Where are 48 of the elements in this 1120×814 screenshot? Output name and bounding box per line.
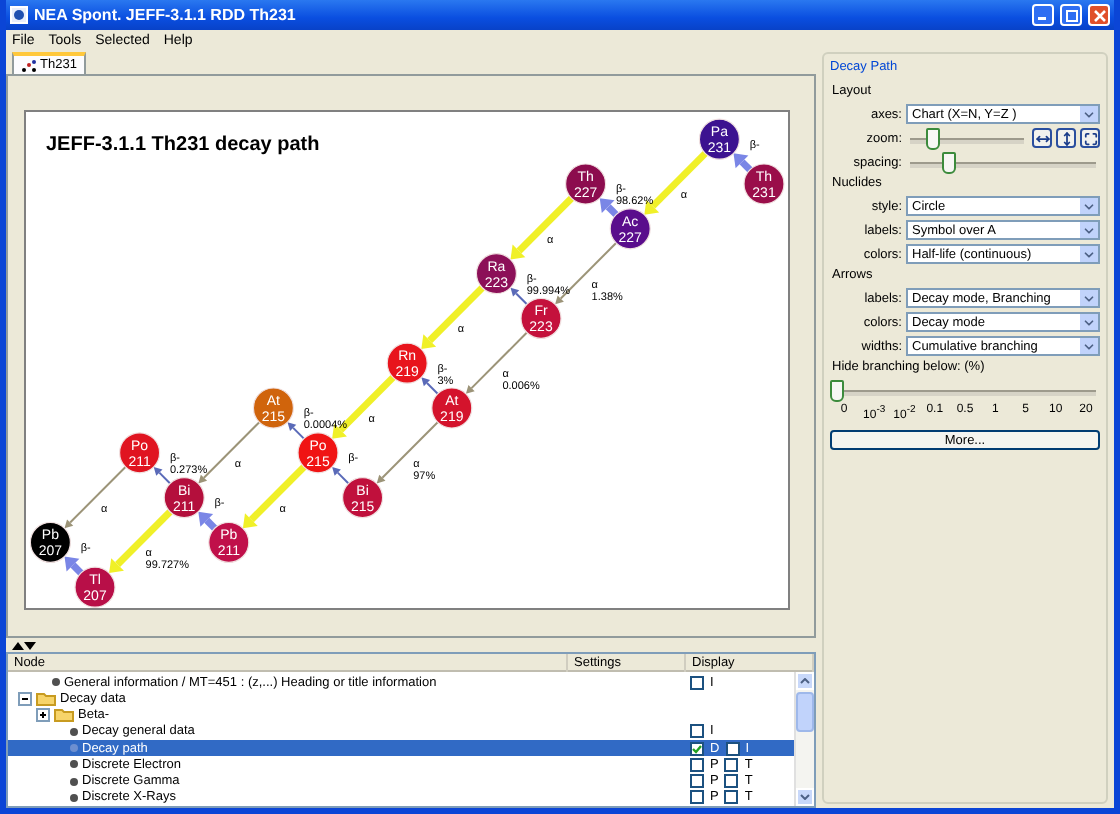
fit-all-button[interactable] <box>1080 128 1100 148</box>
chevron-down-icon <box>1082 107 1096 121</box>
checkbox[interactable] <box>690 774 704 789</box>
slider-thumb[interactable] <box>925 127 940 149</box>
network-icon <box>22 59 36 71</box>
bullet-icon <box>52 678 60 687</box>
close-button[interactable] <box>1088 4 1110 26</box>
down-triangle-icon[interactable] <box>24 641 36 649</box>
checkbox[interactable] <box>690 675 704 690</box>
up-triangle-icon[interactable] <box>12 641 24 649</box>
collapse-icon[interactable] <box>18 691 32 706</box>
fit-width-button[interactable] <box>1032 128 1052 148</box>
slider-thumb[interactable] <box>942 151 956 173</box>
fit-height-button[interactable] <box>1056 128 1076 148</box>
slider-thumb[interactable] <box>830 379 844 401</box>
slider[interactable] <box>830 379 1100 401</box>
maximize-icon <box>1065 9 1077 21</box>
down-chevron-icon <box>800 794 810 800</box>
scroll-thumb[interactable] <box>796 692 814 732</box>
checkbox[interactable] <box>724 774 739 789</box>
scrollbar[interactable] <box>794 672 814 806</box>
bullet-icon <box>70 777 78 786</box>
minimize-button[interactable] <box>1032 4 1054 26</box>
bullet-icon <box>70 727 78 736</box>
app-icon <box>10 6 28 24</box>
horizontal-arrows-icon <box>1035 131 1049 145</box>
slider[interactable] <box>906 127 1028 149</box>
close-icon <box>1093 9 1105 21</box>
expand-icon <box>1083 131 1097 145</box>
checkbox[interactable] <box>724 757 739 772</box>
slider[interactable] <box>906 151 1100 173</box>
checkbox[interactable] <box>725 741 740 756</box>
bullet-icon <box>70 744 78 753</box>
expand-icon[interactable] <box>36 708 50 723</box>
up-chevron-icon <box>800 678 810 684</box>
checkbox[interactable] <box>690 724 704 739</box>
vertical-arrows-icon <box>1059 131 1073 145</box>
checkbox[interactable] <box>690 757 704 772</box>
chart-title: JEFF-3.1.1 Th231 decay path <box>46 134 320 156</box>
checkbox[interactable] <box>690 741 704 756</box>
bullet-icon <box>70 760 78 769</box>
scroll-down-button[interactable] <box>796 788 814 806</box>
scroll-up-button[interactable] <box>796 672 814 690</box>
checkbox[interactable] <box>724 790 739 805</box>
maximize-button[interactable] <box>1060 4 1082 26</box>
window-title: NEA Spont. JEFF-3.1.1 RDD Th231 <box>34 6 298 24</box>
bullet-icon <box>70 793 78 802</box>
checkbox[interactable] <box>690 790 704 805</box>
